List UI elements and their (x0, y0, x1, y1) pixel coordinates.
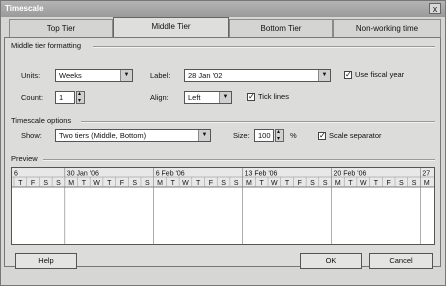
day-label: M (246, 180, 252, 187)
day-label: T (82, 180, 87, 187)
day-label: W (271, 180, 278, 187)
count-label: Count: (21, 93, 44, 102)
day-label: F (387, 180, 391, 187)
day-label: M (157, 180, 163, 187)
preview-title: Preview (11, 154, 38, 163)
tab-middle-tier[interactable]: Middle Tier (113, 17, 229, 38)
label-value: 28 Jan '02 (188, 71, 223, 80)
day-label: S (145, 180, 150, 187)
week-label: 6 (14, 171, 18, 178)
day-label: S (132, 180, 137, 187)
chevron-down-icon[interactable]: ▼ (318, 70, 330, 81)
size-value: 100 (258, 131, 271, 140)
label-select[interactable]: 28 Jan '02 ▼ (184, 69, 331, 82)
tab-bottom-tier[interactable]: Bottom Tier (229, 19, 333, 37)
timescale-dialog: Timescale x Top Tier Middle Tier Bottom … (0, 0, 446, 286)
cancel-button[interactable]: Cancel (369, 253, 433, 269)
week-label: 30 Jan '06 (67, 171, 99, 178)
day-label: T (374, 180, 379, 187)
day-label: F (298, 180, 302, 187)
align-value: Left (188, 93, 201, 102)
day-label: W (182, 180, 189, 187)
day-label: W (360, 180, 367, 187)
day-label: S (323, 180, 328, 187)
day-label: T (18, 180, 23, 187)
middle-tier-group-title: Middle tier formatting (11, 41, 82, 50)
day-label: F (209, 180, 213, 187)
day-label: S (221, 180, 226, 187)
close-button[interactable]: x (429, 3, 441, 14)
tick-lines-checkbox[interactable]: ✓ (247, 93, 255, 101)
fiscal-year-checkbox[interactable]: ✓ (344, 71, 352, 79)
day-label: F (31, 180, 35, 187)
units-value: Weeks (59, 71, 82, 80)
day-label: T (196, 180, 201, 187)
tab-non-working-time[interactable]: Non-working time (333, 19, 441, 37)
day-label: S (234, 180, 239, 187)
group-divider (81, 121, 435, 123)
size-unit: % (290, 131, 297, 140)
window-title: Timescale (5, 4, 44, 13)
units-select[interactable]: Weeks ▼ (55, 69, 133, 82)
day-label: F (120, 180, 124, 187)
align-label: Align: (150, 93, 169, 102)
size-label: Size: (233, 131, 250, 140)
units-label: Units: (21, 71, 41, 80)
size-spinner[interactable] (275, 128, 284, 142)
size-input[interactable]: 100 (254, 129, 274, 142)
scale-separator-checkbox[interactable]: ✓ (318, 132, 326, 140)
day-label: S (412, 180, 417, 187)
week-label: 27 (422, 171, 430, 178)
day-label: S (43, 180, 48, 187)
day-label: W (93, 180, 100, 187)
label-label: Label: (150, 71, 171, 80)
day-label: T (107, 180, 112, 187)
day-label: T (171, 180, 176, 187)
tick-lines-label: Tick lines (258, 92, 289, 101)
day-label: S (310, 180, 315, 187)
scale-separator-label: Scale separator (329, 131, 382, 140)
group-divider (93, 46, 435, 48)
day-label: T (285, 180, 290, 187)
count-value: 1 (59, 93, 64, 102)
chevron-down-icon[interactable]: ▼ (219, 92, 231, 103)
week-label: 13 Feb '06 (245, 171, 278, 178)
day-label: S (56, 180, 61, 187)
day-label: M (68, 180, 74, 187)
show-select[interactable]: Two tiers (Middle, Bottom) ▼ (55, 129, 211, 142)
day-label: M (335, 180, 341, 187)
timescale-options-group-title: Timescale options (11, 116, 72, 125)
week-label: 20 Feb '06 (334, 171, 367, 178)
week-label: 6 Feb '06 (156, 171, 185, 178)
chevron-down-icon[interactable]: ▼ (198, 130, 210, 141)
preview-pane: 6 30 Jan '06 6 Feb '06 13 Feb '06 20 Feb '06… (11, 167, 435, 245)
chevron-down-icon[interactable]: ▼ (120, 70, 132, 81)
show-label: Show: (21, 131, 42, 140)
count-input[interactable]: 1 (55, 91, 75, 104)
tab-top-tier[interactable]: Top Tier (9, 19, 113, 37)
day-label: M (424, 180, 430, 187)
day-label: S (399, 180, 404, 187)
help-button[interactable]: Help (15, 253, 77, 269)
title-bar: Timescale x (1, 1, 445, 17)
align-select[interactable]: Left ▼ (184, 91, 232, 104)
ok-button[interactable]: OK (300, 253, 362, 269)
timescale-preview: 6 30 Jan '06 6 Feb '06 13 Feb '06 20 Feb '06… (12, 168, 434, 244)
count-spinner[interactable] (76, 90, 85, 104)
fiscal-year-label: Use fiscal year (355, 70, 405, 79)
group-divider (43, 159, 435, 161)
show-value: Two tiers (Middle, Bottom) (59, 131, 147, 140)
day-label: T (348, 180, 353, 187)
day-label: T (260, 180, 265, 187)
